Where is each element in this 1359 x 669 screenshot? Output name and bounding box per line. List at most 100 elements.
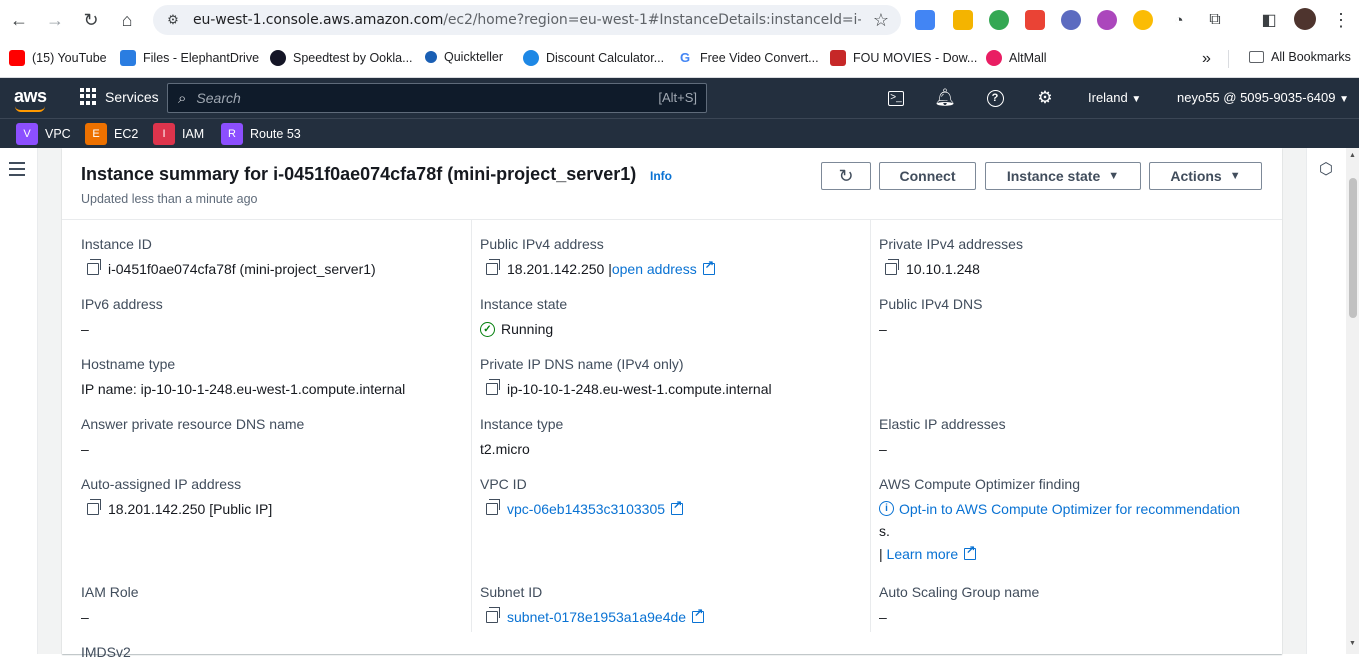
bookmark-discount-calculator[interactable]: Discount Calculator...	[523, 50, 664, 66]
ipv6-field: IPv6 address –	[81, 296, 163, 337]
bookmark-star-icon[interactable]: ☆	[873, 10, 889, 31]
asg-name-value: –	[879, 609, 887, 625]
external-link-icon[interactable]	[671, 498, 684, 515]
copy-icon[interactable]	[87, 259, 101, 275]
reload-icon[interactable]: ↻	[79, 8, 103, 32]
cloudshell-icon[interactable]: >_	[885, 87, 907, 109]
side-panel-icon[interactable]: ◧	[1257, 8, 1281, 32]
bookmark-fou-movies[interactable]: FOU MOVIES - Dow...	[830, 50, 977, 66]
side-navigation	[0, 148, 38, 654]
optimizer-link-text-wrap[interactable]: s.	[879, 520, 1269, 542]
learn-more-link[interactable]: Learn more	[887, 546, 959, 562]
scroll-down-icon[interactable]: ▼	[1349, 640, 1356, 647]
instance-state-field: Instance state ✓ Running	[480, 296, 567, 337]
favorite-route53[interactable]: R Route 53	[221, 123, 301, 145]
settings-gear-icon[interactable]: ⚙	[1034, 87, 1056, 109]
all-bookmarks[interactable]: All Bookmarks	[1249, 50, 1351, 64]
address-bar[interactable]: ⚙ eu-west-1.console.aws.amazon.com/ec2/h…	[153, 5, 901, 35]
actions-label: Actions	[1170, 168, 1222, 184]
field-label: Auto-assigned IP address	[81, 476, 242, 492]
favorite-ec2[interactable]: E EC2	[85, 123, 138, 145]
back-icon[interactable]: ←	[7, 8, 31, 32]
scroll-up-icon[interactable]: ▲	[1349, 152, 1356, 159]
copy-icon[interactable]	[486, 259, 500, 275]
refresh-button[interactable]: ↻	[821, 162, 871, 190]
home-icon[interactable]: ⌂	[115, 8, 139, 32]
instance-type-field: Instance type t2.micro	[480, 416, 563, 457]
youtube-icon	[9, 50, 25, 66]
bookmark-label: Files - ElephantDrive	[143, 51, 260, 65]
elastic-ip-field: Elastic IP addresses –	[879, 416, 1006, 457]
ec2-icon: E	[85, 123, 107, 145]
auto-ip-field: Auto-assigned IP address 18.201.142.250 …	[81, 476, 272, 517]
grid-extension-icon[interactable]	[1025, 10, 1045, 30]
bookmark-quickteller[interactable]: Quickteller	[425, 50, 503, 64]
subnet-id-link[interactable]: subnet-0178e1953a1a9e4de	[507, 609, 686, 625]
account-menu[interactable]: neyo55 @ 5095-9035-6409 ▼	[1177, 90, 1349, 105]
bookmarks-overflow-icon[interactable]: »	[1202, 50, 1211, 68]
chrome-menu-icon[interactable]: ⋮	[1329, 8, 1353, 32]
tools-hexagon-icon[interactable]: ⬡	[1319, 159, 1333, 179]
copy-icon[interactable]	[486, 607, 500, 623]
field-label: Public IPv4 address	[480, 236, 604, 252]
public-dns-field: Public IPv4 DNS –	[879, 296, 982, 337]
extensions-puzzle-icon[interactable]: ⧉	[1203, 8, 1227, 32]
route53-icon: R	[221, 123, 243, 145]
services-label: Services	[105, 88, 159, 105]
info-link[interactable]: Info	[650, 169, 672, 183]
external-link-icon[interactable]	[702, 258, 715, 275]
copy-icon[interactable]	[87, 499, 101, 515]
hamburger-menu-icon[interactable]	[9, 162, 25, 180]
bookmark-speedtest[interactable]: Speedtest by Ookla...	[270, 50, 413, 66]
external-link-icon[interactable]	[964, 543, 977, 560]
subnet-id-field: Subnet ID subnet-0178e1953a1a9e4de	[480, 584, 705, 625]
copy-icon[interactable]	[486, 379, 500, 395]
copy-icon[interactable]	[486, 499, 500, 515]
quickteller-icon	[425, 51, 437, 63]
field-label: Subnet ID	[480, 584, 543, 600]
bookmark-altmall[interactable]: AltMall	[986, 50, 1047, 66]
color-wheel-extension-icon[interactable]	[1097, 10, 1117, 30]
region-selector[interactable]: Ireland ▼	[1088, 90, 1141, 105]
bookmark-label: AltMall	[1009, 51, 1047, 65]
open-address-link[interactable]: open address	[612, 261, 697, 277]
forward-icon[interactable]: →	[43, 8, 67, 32]
globe-extension-icon[interactable]	[989, 10, 1009, 30]
page-scrollbar[interactable]: ▲ ▼	[1346, 148, 1359, 654]
url-text[interactable]: eu-west-1.console.aws.amazon.com/ec2/hom…	[193, 12, 861, 28]
field-label: Auto Scaling Group name	[879, 584, 1040, 600]
bookmark-youtube[interactable]: (15) YouTube	[9, 50, 107, 66]
vpc-id-link[interactable]: vpc-06eb14353c3103305	[507, 501, 665, 517]
notifications-bell-icon[interactable]: 🔔︎	[934, 87, 956, 109]
search-input[interactable]: ⌕ Search [Alt+S]	[167, 83, 707, 113]
copy-icon[interactable]	[885, 259, 899, 275]
help-icon[interactable]: ?	[984, 87, 1006, 109]
private-ipv4-field: Private IPv4 addresses 10.10.1.248	[879, 236, 1023, 277]
sun-extension-icon[interactable]	[1133, 10, 1153, 30]
instance-state-button[interactable]: Instance state ▼	[985, 162, 1141, 190]
gear-extension-icon[interactable]	[1061, 10, 1081, 30]
actions-button[interactable]: Actions ▼	[1149, 162, 1262, 190]
bookmark-video-convert[interactable]: G Free Video Convert...	[677, 50, 819, 66]
site-info-icon[interactable]: ⚙	[165, 12, 181, 28]
aws-logo[interactable]: aws	[14, 86, 47, 107]
notes-extension-icon[interactable]	[953, 10, 973, 30]
favorite-vpc[interactable]: V VPC	[16, 123, 71, 145]
external-link-icon[interactable]	[692, 606, 705, 623]
speed-extension-icon[interactable]: ◔	[1167, 8, 1191, 32]
profile-avatar[interactable]	[1294, 8, 1316, 30]
instance-id-value: i-0451f0ae074cfa78f (mini-project_server…	[108, 261, 376, 277]
search-shortcut: [Alt+S]	[658, 90, 697, 105]
favorite-iam[interactable]: I IAM	[153, 123, 204, 145]
optimizer-field: AWS Compute Optimizer finding i Opt-in to…	[879, 476, 1269, 562]
favorite-label: IAM	[182, 127, 205, 141]
bookmark-elephantdrive[interactable]: Files - ElephantDrive	[120, 50, 259, 66]
altmall-icon	[986, 50, 1002, 66]
optimizer-link-text[interactable]: Opt-in to AWS Compute Optimizer for reco…	[899, 498, 1240, 520]
optimizer-optin-link[interactable]: i Opt-in to AWS Compute Optimizer for rec…	[879, 498, 1269, 520]
translate-extension-icon[interactable]	[915, 10, 935, 30]
connect-button[interactable]: Connect	[879, 162, 976, 190]
services-menu[interactable]: Services	[80, 88, 159, 105]
scrollbar-thumb[interactable]	[1349, 178, 1357, 318]
favorite-label: VPC	[45, 127, 71, 141]
